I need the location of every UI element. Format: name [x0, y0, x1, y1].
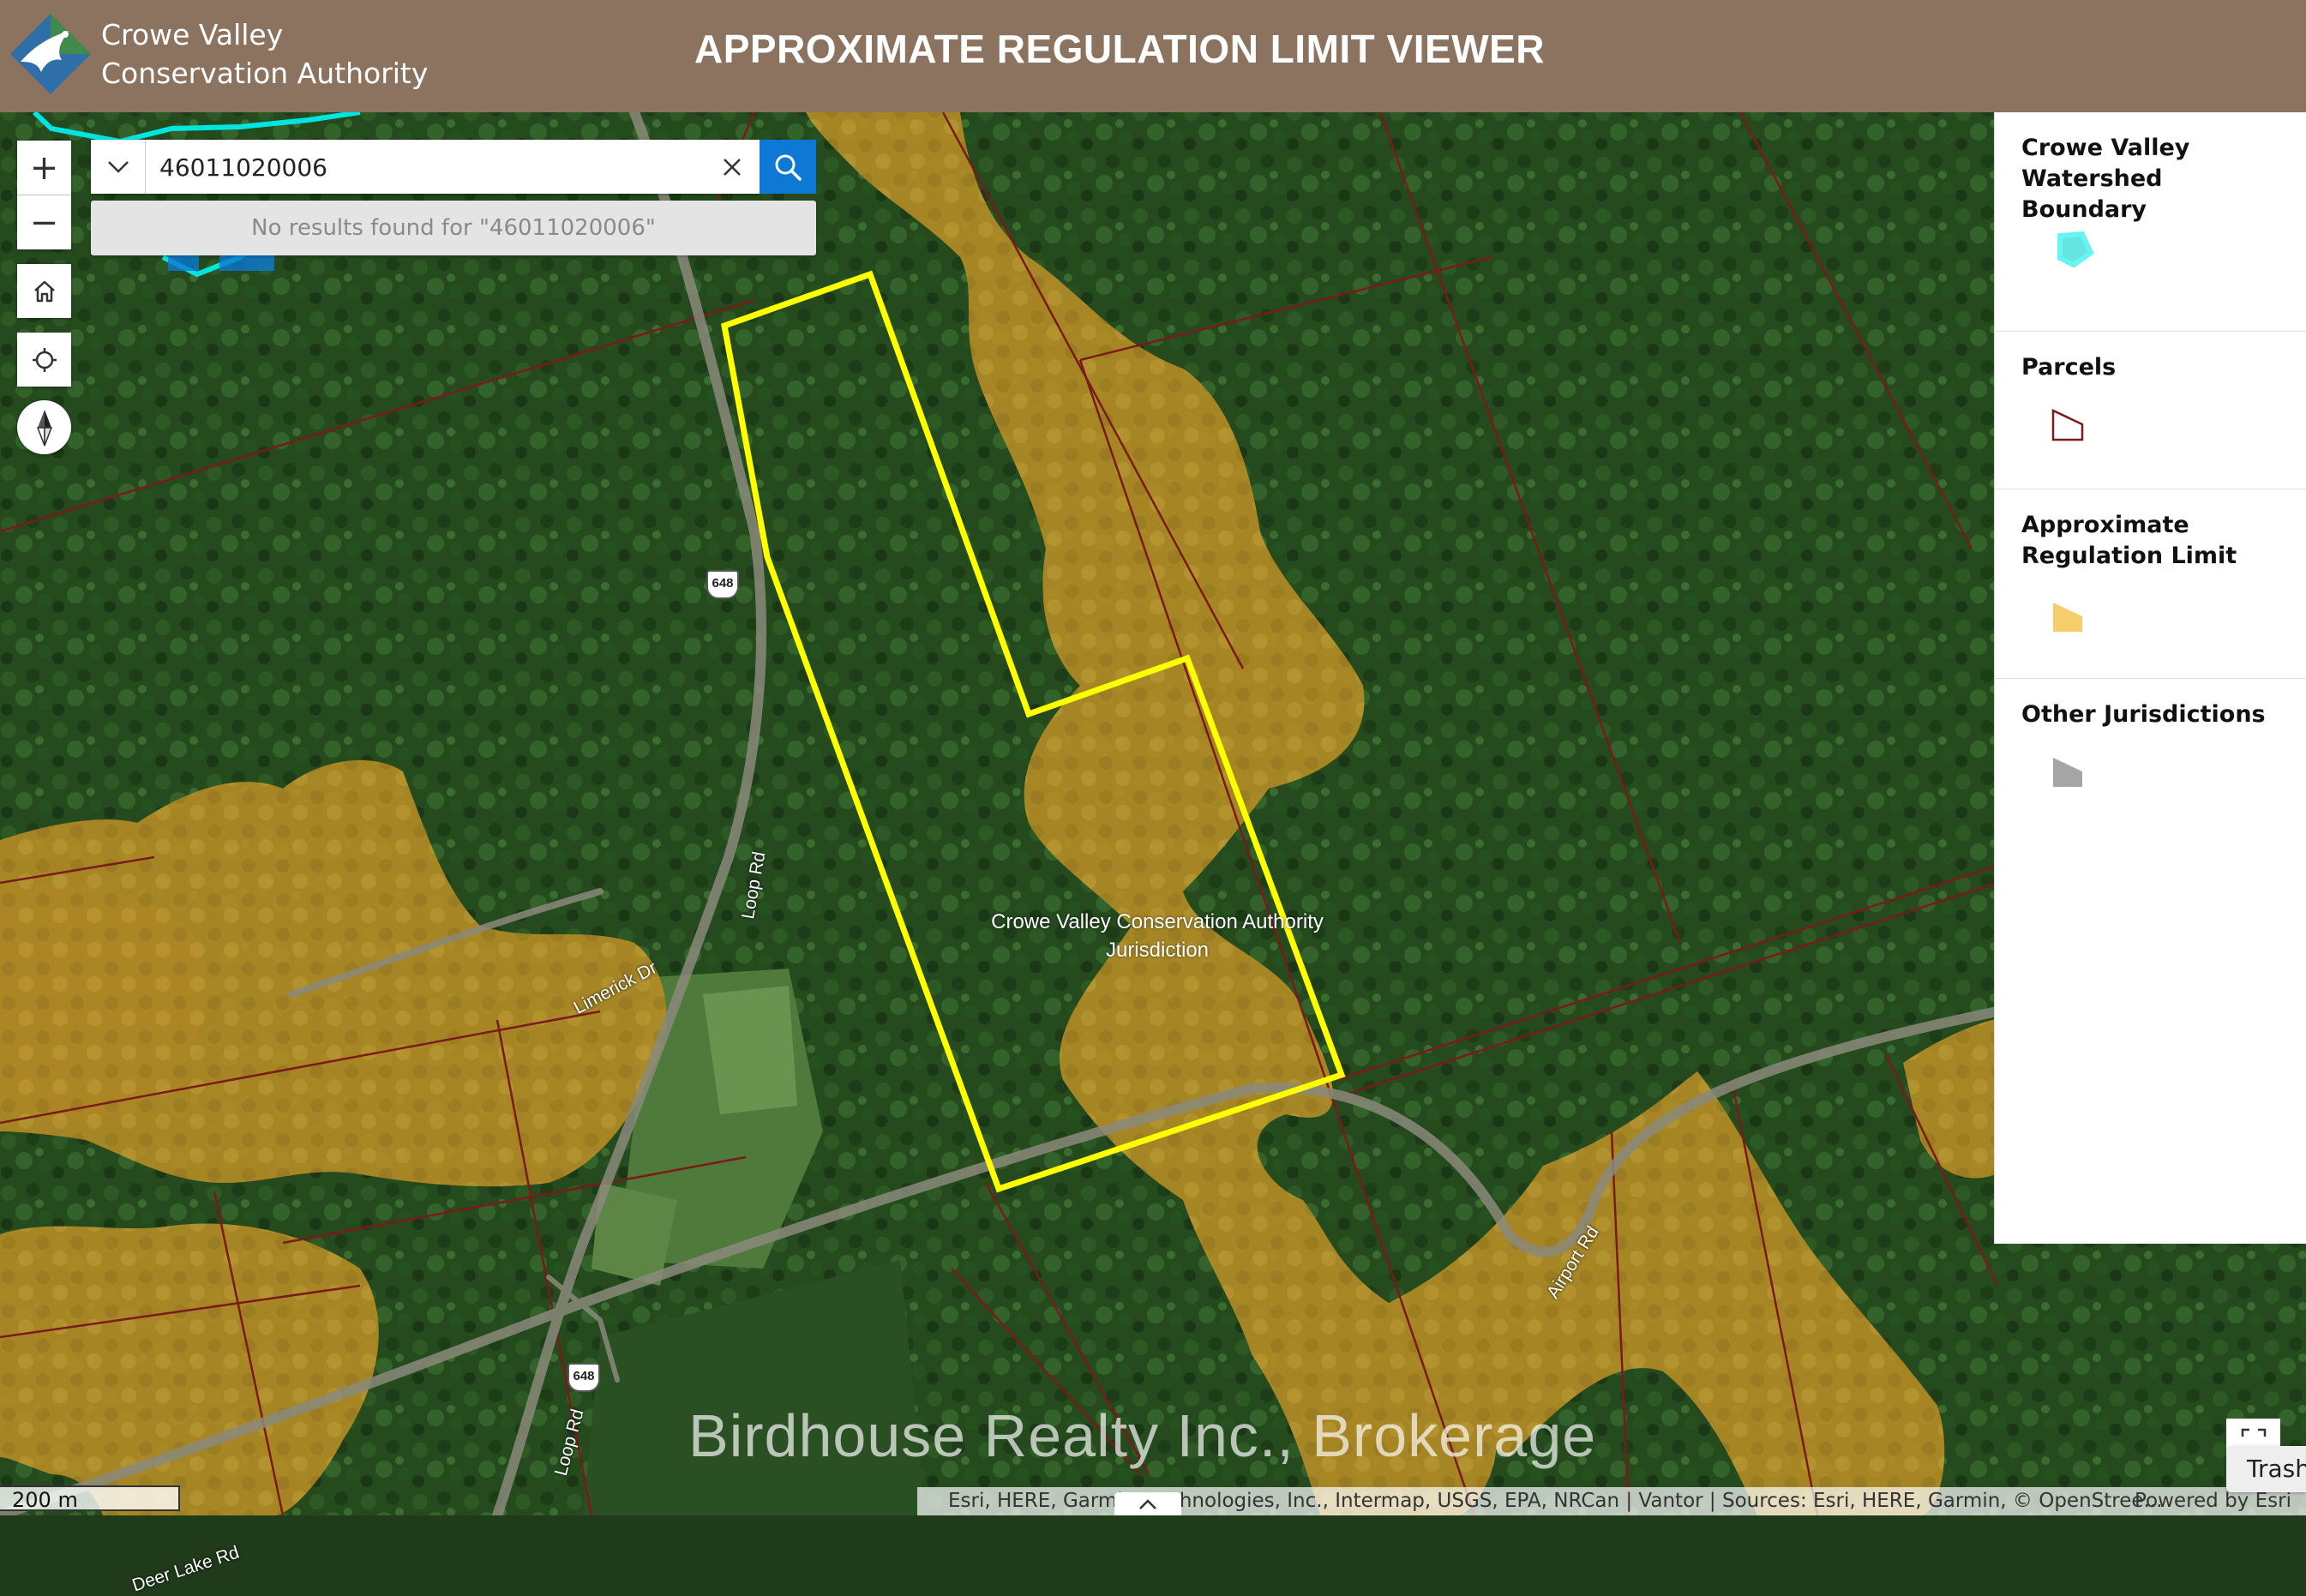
legend-label: Crowe Valley Watershed Boundary	[2021, 135, 2190, 223]
organization-name: Crowe Valley Conservation Authority	[101, 15, 428, 93]
legend-item-regulation-limit: Approximate Regulation Limit	[1995, 489, 2306, 679]
jurisdiction-label-line2: Jurisdiction	[1105, 939, 1210, 962]
app-header: Crowe Valley Conservation Authority APPR…	[0, 0, 2306, 112]
osprey-logo-icon	[10, 14, 91, 94]
clear-search-button[interactable]	[708, 140, 756, 194]
legend-label: Other Jurisdictions	[2021, 701, 2266, 728]
search-button[interactable]	[760, 140, 816, 194]
org-name-line2: Conservation Authority	[101, 57, 429, 90]
zoom-in-button[interactable]: +	[17, 141, 71, 195]
map-view[interactable]: Crowe Valley Conservation Authority Juri…	[0, 112, 2306, 1595]
regulation-limit-swatch-icon	[2053, 603, 2082, 632]
locate-button[interactable]	[17, 333, 71, 387]
watershed-boundary-swatch-icon	[2057, 231, 2094, 268]
zoom-out-button[interactable]: −	[17, 195, 71, 249]
legend-panel: Crowe Valley Watershed Boundary Parcels …	[1994, 112, 2306, 1244]
compass-button[interactable]	[17, 400, 71, 454]
legend-item-parcels: Parcels	[1995, 332, 2306, 489]
search-source-dropdown[interactable]	[91, 140, 146, 194]
chevron-down-icon	[107, 160, 129, 173]
attribution-toggle-button[interactable]	[1114, 1492, 1181, 1515]
search-widget	[91, 140, 760, 194]
search-input[interactable]	[158, 147, 693, 188]
chevron-up-icon	[1139, 1498, 1156, 1509]
other-jurisdictions-swatch-icon	[2053, 758, 2082, 787]
map-canvas[interactable]	[0, 112, 2306, 1515]
highway-shield: 648	[706, 570, 739, 599]
trash-button[interactable]: Trash	[2226, 1446, 2306, 1492]
road-label-deer-lake-rd: Deer Lake Rd	[129, 1542, 242, 1596]
jurisdiction-label: Crowe Valley Conservation Authority Juri…	[952, 908, 1363, 964]
home-icon	[33, 280, 55, 302]
compass-icon	[36, 409, 52, 446]
legend-label: Approximate Regulation Limit	[2021, 512, 2237, 569]
home-button[interactable]	[17, 264, 71, 318]
search-icon	[775, 154, 802, 181]
legend-item-other-jurisdictions: Other Jurisdictions	[1995, 679, 2306, 833]
brokerage-watermark: Birdhouse Realty Inc., Brokerage	[688, 1402, 1597, 1469]
legend-item-watershed: Crowe Valley Watershed Boundary	[1995, 112, 2306, 332]
parcels-swatch-icon	[2051, 409, 2084, 441]
close-icon	[724, 158, 741, 176]
org-name-line1: Crowe Valley	[101, 18, 284, 51]
page-title: APPROXIMATE REGULATION LIMIT VIEWER	[694, 27, 1546, 71]
no-results-message: No results found for "46011020006"	[91, 201, 816, 255]
legend-label: Parcels	[2021, 354, 2117, 381]
scale-bar: 200 m	[0, 1485, 180, 1512]
locate-icon	[32, 347, 57, 372]
highway-shield: 648	[567, 1363, 600, 1392]
jurisdiction-label-line1: Crowe Valley Conservation Authority	[991, 910, 1324, 933]
